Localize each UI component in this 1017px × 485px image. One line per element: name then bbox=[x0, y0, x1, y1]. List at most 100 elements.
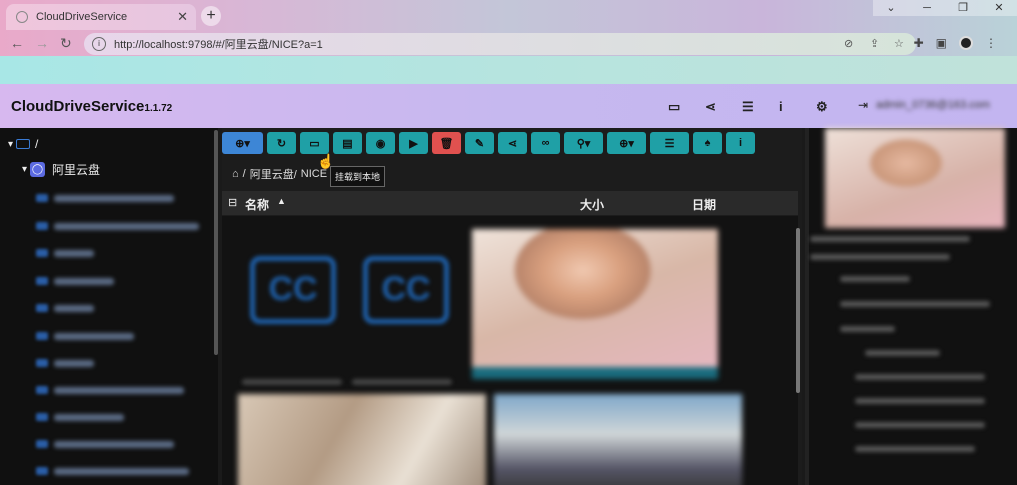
edit-button[interactable]: ✎ bbox=[465, 132, 494, 154]
extensions-icon[interactable]: ✚ bbox=[914, 36, 924, 50]
maximize-icon[interactable]: ❐ bbox=[945, 0, 981, 16]
minimize-icon[interactable]: ─ bbox=[909, 0, 945, 16]
user-account[interactable]: admin_0736@163.com bbox=[876, 99, 990, 111]
share-icon[interactable]: ⇪ bbox=[870, 37, 879, 50]
share-button[interactable]: ⋖ bbox=[498, 132, 527, 154]
image-thumbnail[interactable] bbox=[238, 394, 486, 485]
add-dropdown-button[interactable]: ⊕▾ bbox=[222, 132, 263, 154]
app-header: CloudDriveService1.1.72 ▭ ⋖ ☰ i ⚙ ⇥ admi… bbox=[0, 84, 1017, 128]
breadcrumb-root[interactable]: / bbox=[243, 168, 246, 180]
address-bar[interactable]: i http://localhost:9798/#/阿里云盘/NICE?a=1 … bbox=[84, 33, 916, 55]
tab-title: CloudDriveService bbox=[36, 11, 128, 23]
logout-icon[interactable]: ⇥ bbox=[858, 98, 868, 112]
tree-item[interactable] bbox=[36, 358, 94, 368]
zoom-dropdown-button[interactable]: ⊕▾ bbox=[607, 132, 646, 154]
tab-search-icon[interactable]: ⌄ bbox=[873, 0, 909, 16]
eye-off-icon[interactable]: ⊘ bbox=[844, 37, 853, 50]
settings-gears-icon[interactable]: ⚙ bbox=[816, 99, 853, 115]
tree-item-drive[interactable]: ▾ ◯ 阿里云盘 bbox=[22, 159, 100, 179]
tree-item[interactable] bbox=[36, 466, 189, 476]
notification-button[interactable]: ♠ bbox=[693, 132, 722, 154]
select-all-checkbox[interactable]: ⊟ bbox=[228, 196, 237, 209]
tree-item[interactable] bbox=[36, 248, 94, 258]
bookmark-star-icon[interactable]: ☆ bbox=[894, 37, 904, 50]
info-icon[interactable]: i bbox=[779, 99, 816, 115]
address-row: ← → ↻ i http://localhost:9798/#/阿里云盘/NIC… bbox=[0, 32, 1017, 56]
search-icon: ⚲▾ bbox=[576, 137, 591, 150]
tree-item[interactable] bbox=[36, 331, 134, 341]
binoculars-button[interactable]: ∞ bbox=[531, 132, 560, 154]
edit-icon: ✎ bbox=[474, 137, 485, 150]
cursor-hand-icon: ☝ bbox=[317, 153, 335, 169]
monitor-icon: ▭ bbox=[309, 137, 320, 150]
header-actions: ▭ ⋖ ☰ i ⚙ bbox=[668, 99, 853, 115]
zoom-in-icon: ⊕▾ bbox=[619, 137, 634, 150]
preview-meta bbox=[810, 254, 950, 260]
tree-item[interactable] bbox=[36, 303, 94, 313]
trash-icon: 🗑 bbox=[439, 137, 454, 150]
tree-item[interactable] bbox=[36, 439, 174, 449]
close-window-icon[interactable]: ✕ bbox=[981, 0, 1017, 16]
chevron-down-icon[interactable]: ▾ bbox=[22, 164, 27, 175]
tree-root[interactable]: ▾ / bbox=[8, 134, 38, 154]
file-icon: ▤ bbox=[342, 137, 353, 150]
subtitle-file-icon[interactable]: CC bbox=[250, 256, 336, 324]
profile-avatar[interactable] bbox=[959, 36, 973, 50]
file-button[interactable]: ▤ bbox=[333, 132, 362, 154]
file-panel: ⊕▾ ↻ ▭ ▤ ◉ ▶ 🗑 ✎ ⋖ ∞ ⚲▾ ⊕▾ ☰ ♠ i ⌂ / 阿里云… bbox=[222, 128, 802, 485]
play-circle-button[interactable]: ◉ bbox=[366, 132, 395, 154]
file-caption bbox=[242, 379, 342, 385]
image-thumbnail[interactable] bbox=[472, 229, 718, 379]
tree-root-label: / bbox=[35, 137, 39, 151]
binoculars-icon: ∞ bbox=[541, 137, 550, 149]
breadcrumb: ⌂ / 阿里云盘/ NICE bbox=[232, 166, 327, 182]
new-tab-button[interactable]: + bbox=[201, 6, 221, 26]
column-size[interactable]: 大小 bbox=[580, 196, 604, 213]
preview-meta bbox=[855, 398, 985, 404]
browser-tab[interactable]: CloudDriveService ✕ bbox=[6, 4, 196, 30]
aliyun-drive-icon: ◯ bbox=[30, 161, 46, 177]
home-icon[interactable]: ⌂ bbox=[232, 168, 239, 180]
plus-circle-icon: ⊕▾ bbox=[235, 137, 250, 150]
refresh-button[interactable]: ↻ bbox=[267, 132, 296, 154]
tree-item[interactable] bbox=[36, 193, 174, 203]
preview-thumbnail bbox=[825, 128, 1005, 228]
tab-close-icon[interactable]: ✕ bbox=[177, 9, 188, 25]
main-scrollbar[interactable] bbox=[796, 228, 800, 393]
forward-icon[interactable]: → bbox=[35, 35, 49, 51]
share-icon[interactable]: ⋖ bbox=[705, 99, 742, 115]
reload-icon[interactable]: ↻ bbox=[60, 35, 72, 52]
column-header: ⊟ 名称 ▲ 大小 日期 bbox=[222, 191, 798, 215]
search-dropdown-button[interactable]: ⚲▾ bbox=[564, 132, 603, 154]
menu-icon[interactable]: ⋮ bbox=[985, 36, 997, 50]
back-icon[interactable]: ← bbox=[10, 35, 24, 51]
column-date[interactable]: 日期 bbox=[692, 196, 716, 213]
delete-button[interactable]: 🗑 bbox=[432, 132, 461, 154]
preview-meta bbox=[855, 374, 985, 380]
image-thumbnail[interactable] bbox=[494, 394, 742, 485]
site-info-icon[interactable]: i bbox=[92, 37, 106, 51]
monitor-icon[interactable]: ▭ bbox=[668, 99, 705, 115]
preview-meta bbox=[855, 446, 975, 452]
action-toolbar: ⊕▾ ↻ ▭ ▤ ◉ ▶ 🗑 ✎ ⋖ ∞ ⚲▾ ⊕▾ ☰ ♠ i bbox=[222, 132, 755, 154]
preview-meta bbox=[840, 301, 990, 307]
list-view-button[interactable]: ☰ bbox=[650, 132, 689, 154]
tooltip: 挂载到本地 bbox=[330, 166, 386, 187]
sidebar-scrollbar[interactable] bbox=[214, 130, 218, 355]
play-button[interactable]: ▶ bbox=[399, 132, 428, 154]
subtitle-file-icon[interactable]: CC bbox=[363, 256, 449, 324]
breadcrumb-drive[interactable]: 阿里云盘/ bbox=[250, 166, 297, 182]
folder-icon bbox=[16, 139, 31, 149]
column-name[interactable]: 名称 bbox=[245, 196, 269, 213]
chevron-down-icon[interactable]: ▾ bbox=[8, 139, 13, 150]
tree-item[interactable] bbox=[36, 385, 184, 395]
sidepanel-icon[interactable]: ▣ bbox=[936, 36, 947, 50]
info-button[interactable]: i bbox=[726, 132, 755, 154]
tree-item[interactable] bbox=[36, 221, 199, 231]
tree-item[interactable] bbox=[36, 276, 114, 286]
tree-item[interactable] bbox=[36, 412, 124, 422]
info-icon: i bbox=[738, 137, 743, 149]
mount-local-button[interactable]: ▭ bbox=[300, 132, 329, 154]
tasks-icon[interactable]: ☰ bbox=[742, 99, 779, 115]
browser-toolbar: ✚ ▣ ⋮ bbox=[914, 36, 997, 50]
